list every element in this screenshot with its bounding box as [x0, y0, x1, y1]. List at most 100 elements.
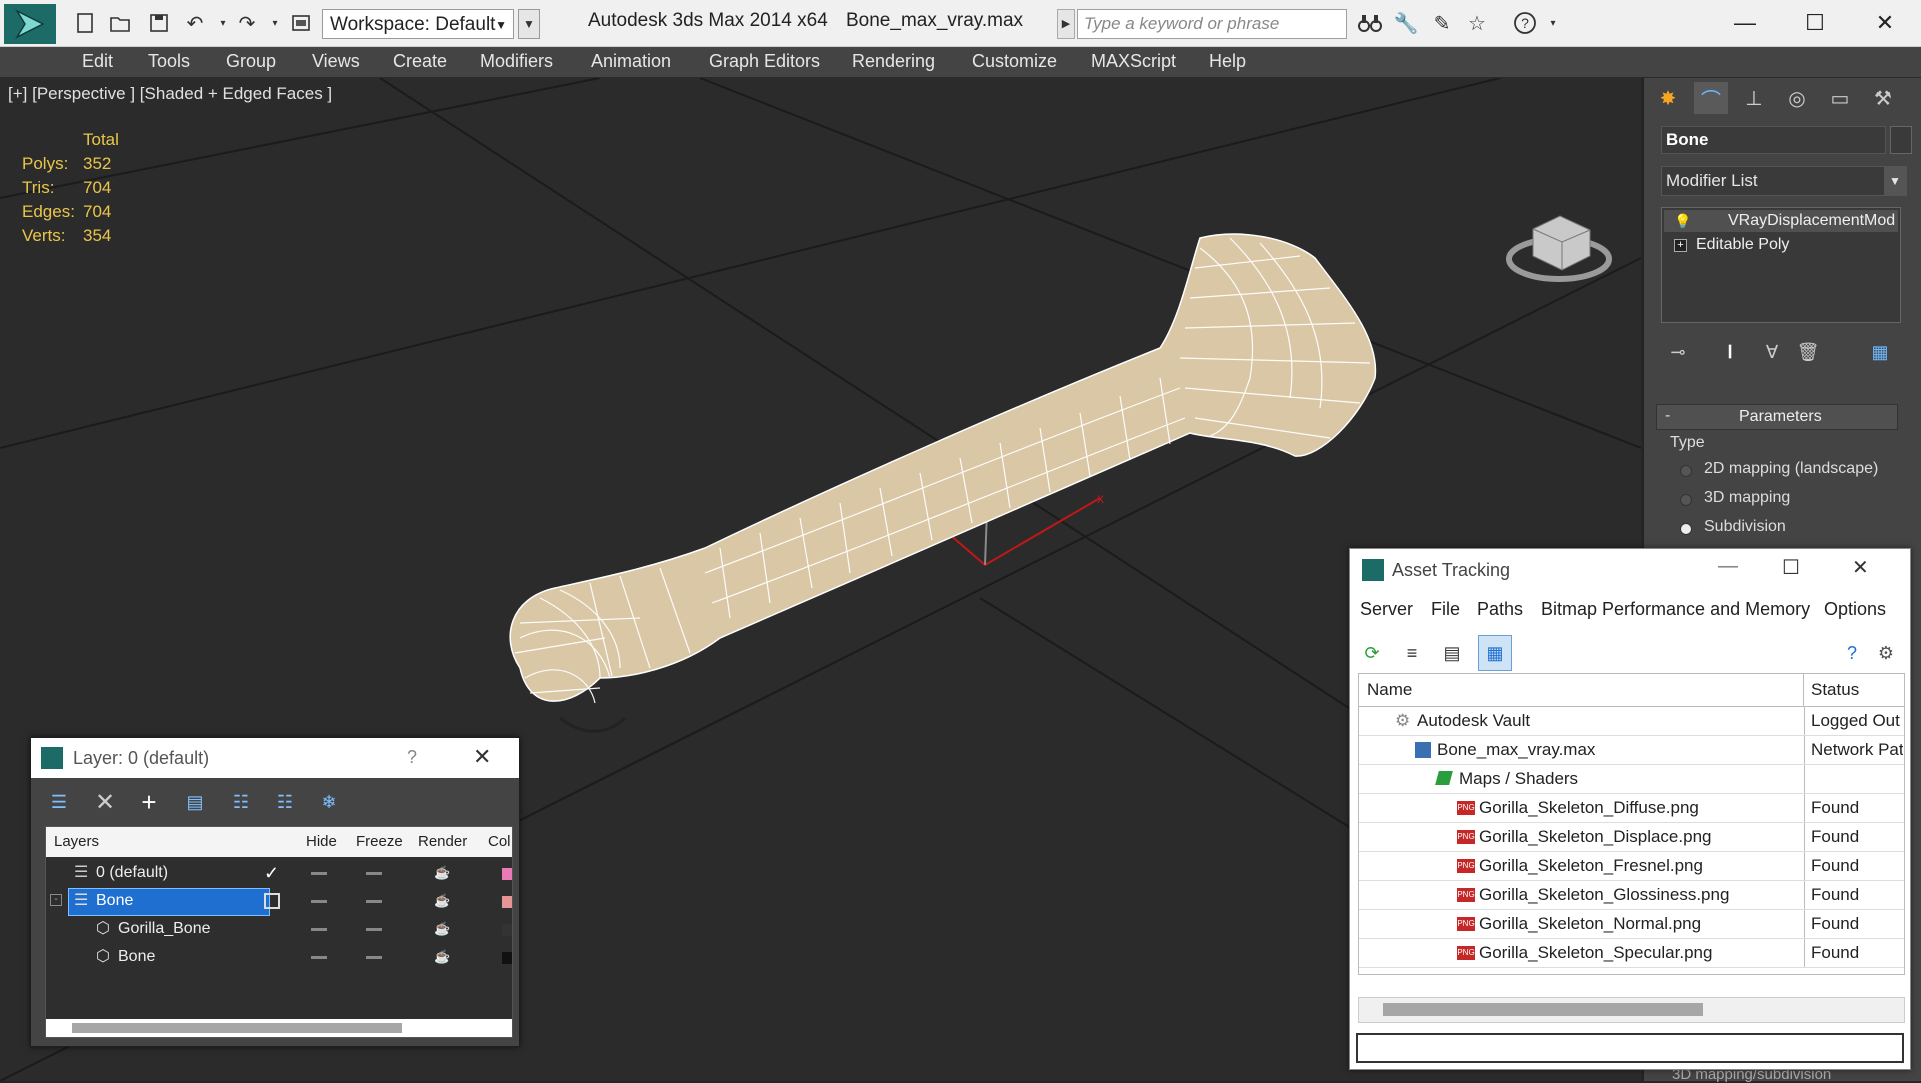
layer-row[interactable]: - ☰ Bone ☕ — [46, 887, 512, 916]
redo-icon[interactable]: ↷ — [234, 10, 260, 36]
hide-toggle[interactable] — [311, 900, 327, 903]
create-layer-icon[interactable]: ☰ — [45, 788, 73, 816]
active-layer-checkbox[interactable] — [264, 893, 280, 909]
collapse-minus-icon[interactable]: - — [50, 894, 62, 906]
scrollbar-thumb[interactable] — [1383, 1003, 1703, 1016]
path-input[interactable] — [1356, 1033, 1904, 1063]
menu-animation[interactable]: Animation — [591, 51, 671, 72]
parameters-rollout-header[interactable]: - Parameters — [1656, 404, 1898, 430]
lightbulb-icon[interactable]: 💡 — [1674, 210, 1691, 232]
layer-color-swatch[interactable] — [502, 924, 512, 936]
help-button[interactable]: ? — [407, 747, 417, 768]
list-view-icon[interactable]: ≡ — [1398, 639, 1426, 667]
hide-toggle[interactable] — [311, 928, 327, 931]
asset-menu-server[interactable]: Server — [1360, 599, 1413, 620]
menu-maxscript[interactable]: MAXScript — [1091, 51, 1176, 72]
column-render[interactable]: Render — [418, 827, 467, 857]
table-row[interactable]: PNG Gorilla_Skeleton_Normal.png Found — [1359, 910, 1904, 939]
freeze-toggle[interactable] — [366, 872, 382, 875]
table-row[interactable]: PNG Gorilla_Skeleton_Diffuse.png Found — [1359, 794, 1904, 823]
search-expand-button[interactable]: ▶ — [1057, 9, 1075, 39]
minimize-button[interactable]: — — [1718, 555, 1738, 578]
add-to-layer-icon[interactable]: + — [135, 787, 163, 817]
undo-icon[interactable]: ↶ — [182, 10, 208, 36]
utilities-tab-icon[interactable]: ⚒ — [1866, 82, 1900, 114]
table-row[interactable]: PNG Gorilla_Skeleton_Glossiness.png Foun… — [1359, 881, 1904, 910]
help-icon[interactable]: ? — [1838, 639, 1866, 667]
menu-views[interactable]: Views — [312, 51, 360, 72]
asset-menu-file[interactable]: File — [1431, 599, 1460, 620]
help-icon[interactable]: ? — [1510, 10, 1540, 36]
menu-help[interactable]: Help — [1209, 51, 1246, 72]
layer-color-swatch[interactable] — [502, 896, 512, 908]
layer-row[interactable]: ⬡ Gorilla_Bone ☕ — [46, 915, 512, 943]
render-teapot-icon[interactable]: ☕ — [434, 859, 450, 887]
object-name-field[interactable]: Bone — [1661, 126, 1886, 154]
table-row[interactable]: ⚙ Autodesk Vault Logged Out — [1359, 707, 1904, 736]
quick-access-menu-button[interactable]: ▼ — [518, 9, 540, 39]
project-folder-icon[interactable] — [288, 10, 314, 36]
render-teapot-icon[interactable]: ☕ — [434, 943, 450, 971]
freeze-toggle[interactable] — [366, 956, 382, 959]
freeze-toggle[interactable] — [366, 928, 382, 931]
column-name[interactable]: Name — [1359, 674, 1804, 706]
scrollbar-thumb[interactable] — [72, 1023, 402, 1033]
close-button[interactable]: ✕ — [1850, 0, 1920, 46]
table-view-icon[interactable]: ▦ — [1478, 635, 1512, 671]
table-row[interactable]: PNG Gorilla_Skeleton_Specular.png Found — [1359, 939, 1904, 968]
column-hide[interactable]: Hide — [306, 827, 337, 857]
new-file-icon[interactable] — [72, 10, 98, 36]
menu-customize[interactable]: Customize — [972, 51, 1057, 72]
highlight-layer-icon[interactable]: ☷ — [227, 788, 255, 816]
app-logo-icon[interactable] — [4, 4, 56, 44]
close-button[interactable]: ✕ — [1852, 555, 1869, 580]
menu-tools[interactable]: Tools — [148, 51, 190, 72]
undo-dropdown-icon[interactable]: ▾ — [210, 10, 236, 36]
save-icon[interactable] — [146, 10, 172, 36]
show-end-result-icon[interactable]: Ⅰ — [1716, 338, 1744, 366]
hide-toggle[interactable] — [311, 956, 327, 959]
layer-row[interactable]: ⬡ Bone ☕ — [46, 943, 512, 971]
column-status[interactable]: Status — [1811, 674, 1903, 706]
make-unique-icon[interactable]: ∀ — [1758, 338, 1786, 366]
configure-modifier-sets-icon[interactable]: ▦ — [1866, 338, 1894, 366]
close-button[interactable]: ✕ — [473, 744, 491, 770]
search-input[interactable]: Type a keyword or phrase — [1077, 9, 1347, 39]
select-objects-icon[interactable]: ▤ — [181, 788, 209, 816]
layer-dialog-titlebar[interactable]: Layer: 0 (default) ? ✕ — [31, 738, 519, 778]
menu-create[interactable]: Create — [393, 51, 447, 72]
settings-help-icon[interactable]: ⚙ — [1872, 639, 1900, 667]
help-dropdown-icon[interactable]: ▾ — [1540, 10, 1566, 36]
asset-menu-paths[interactable]: Paths — [1477, 599, 1523, 620]
menu-graph-editors[interactable]: Graph Editors — [709, 51, 820, 72]
layer-row[interactable]: ☰ 0 (default) ✓ ☕ — [46, 859, 512, 887]
display-tab-icon[interactable]: ▭ — [1823, 82, 1857, 114]
tools-icon[interactable]: 🔧 — [1389, 10, 1423, 36]
table-row[interactable]: PNG Gorilla_Skeleton_Displace.png Found — [1359, 823, 1904, 852]
hide-toggle[interactable] — [311, 872, 327, 875]
expand-plus-icon[interactable]: + — [1674, 239, 1687, 252]
workspace-dropdown[interactable]: Workspace: Default ▼ — [322, 9, 514, 39]
stack-item-editable-poly[interactable]: + Editable Poly — [1664, 234, 1898, 256]
table-row[interactable]: Maps / Shaders — [1359, 765, 1904, 794]
render-teapot-icon[interactable]: ☕ — [434, 887, 450, 915]
freeze-all-layers-icon[interactable]: ❄ — [315, 788, 343, 816]
tree-view-icon[interactable]: ▤ — [1438, 639, 1466, 667]
bone-mesh[interactable] — [509, 233, 1377, 733]
object-color-swatch[interactable] — [1890, 126, 1912, 154]
maximize-button[interactable]: ☐ — [1780, 0, 1850, 46]
layer-color-swatch[interactable] — [502, 868, 512, 880]
asset-tracking-titlebar[interactable]: Asset Tracking — ☐ ✕ — [1350, 549, 1910, 591]
refresh-icon[interactable]: ⟳ — [1358, 639, 1386, 667]
menu-modifiers[interactable]: Modifiers — [480, 51, 553, 72]
binoculars-icon[interactable] — [1353, 10, 1387, 36]
modifier-list-dropdown[interactable]: Modifier List ▼ — [1661, 166, 1907, 196]
layer-color-swatch[interactable] — [502, 952, 512, 964]
menu-group[interactable]: Group — [226, 51, 276, 72]
asset-menu-options[interactable]: Options — [1824, 599, 1886, 620]
stack-item-vraydisplacementmod[interactable]: 💡 VRayDisplacementMod — [1664, 210, 1898, 232]
remove-modifier-icon[interactable]: 🗑 — [1794, 338, 1822, 366]
open-file-icon[interactable] — [108, 10, 134, 36]
hide-all-layers-icon[interactable]: ☷ — [271, 788, 299, 816]
redo-dropdown-icon[interactable]: ▾ — [262, 10, 288, 36]
